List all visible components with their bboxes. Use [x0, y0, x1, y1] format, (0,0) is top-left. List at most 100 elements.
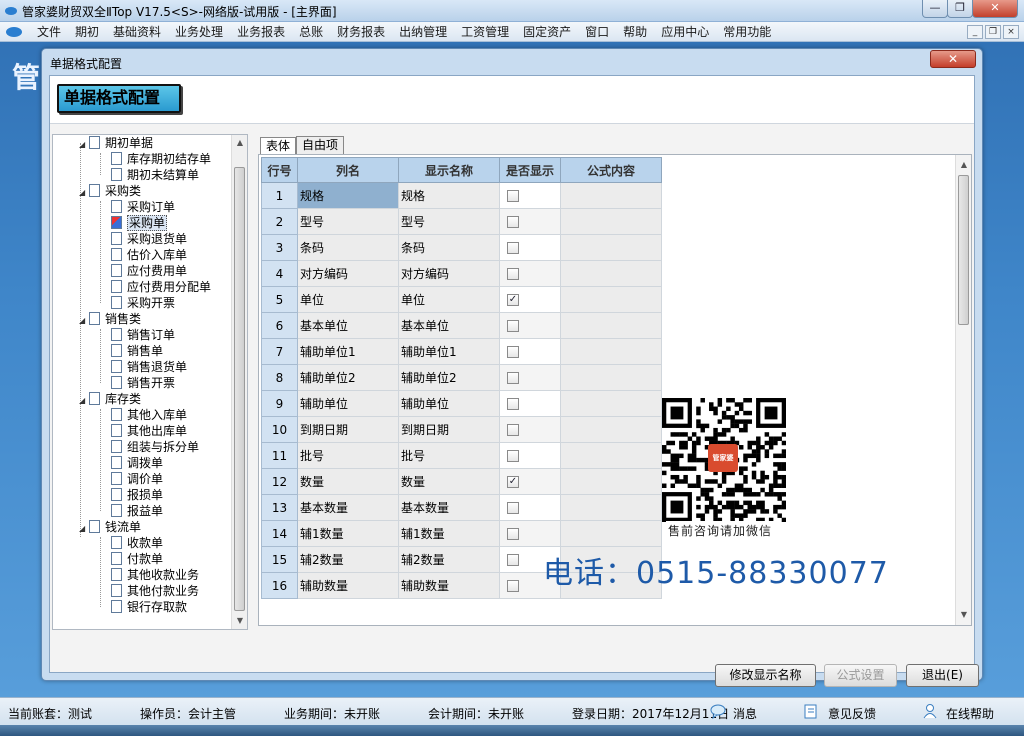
cell-display-name[interactable]: 辅助单位2	[398, 364, 500, 391]
cell-formula[interactable]	[560, 182, 662, 209]
cell-display-name[interactable]: 基本数量	[398, 494, 500, 521]
cell-column-name[interactable]: 基本数量	[297, 494, 399, 521]
cell-column-name[interactable]: 型号	[297, 208, 399, 235]
visible-checkbox[interactable]	[507, 580, 519, 592]
tree-group-cashflow[interactable]: ◢ 钱流单	[79, 519, 141, 535]
message-icon[interactable]	[710, 703, 726, 719]
collapse-arrow-icon[interactable]: ◢	[79, 393, 89, 409]
tree-item[interactable]: 采购开票	[111, 295, 175, 311]
menu-item-common[interactable]: 常用功能	[716, 24, 778, 40]
scroll-down-icon[interactable]: ▼	[956, 607, 971, 623]
tree-item[interactable]: 库存期初结存单	[111, 151, 211, 167]
cell-display-name[interactable]: 辅助单位	[398, 390, 500, 417]
visible-checkbox[interactable]	[507, 268, 519, 280]
tree-item[interactable]: 采购订单	[111, 199, 175, 215]
dialog-close-button[interactable]: ✕	[930, 50, 976, 68]
cell-column-name[interactable]: 辅2数量	[297, 546, 399, 573]
status-feedback[interactable]: 意见反馈	[828, 705, 876, 722]
tree-item[interactable]: 销售单	[111, 343, 163, 359]
cell-visible[interactable]	[499, 182, 561, 209]
menu-item-financial-reports[interactable]: 财务报表	[330, 24, 392, 40]
cell-visible[interactable]	[499, 338, 561, 365]
cell-display-name[interactable]: 对方编码	[398, 260, 500, 287]
formula-settings-button[interactable]: 公式设置	[824, 664, 897, 687]
cell-visible[interactable]	[499, 520, 561, 547]
minimize-button[interactable]: —	[922, 0, 948, 18]
menu-item-file[interactable]: 文件	[30, 24, 68, 40]
cell-display-name[interactable]: 到期日期	[398, 416, 500, 443]
table-row[interactable]: 4 对方编码 对方编码	[261, 260, 662, 287]
table-row[interactable]: 13 基本数量 基本数量	[261, 494, 662, 521]
tab-free-items[interactable]: 自由项	[296, 136, 345, 154]
visible-checkbox[interactable]: ✓	[507, 476, 519, 488]
scroll-thumb[interactable]	[958, 175, 969, 325]
tree-group-sales[interactable]: ◢ 销售类	[79, 311, 141, 327]
status-messages[interactable]: 消息	[733, 705, 757, 722]
cell-formula[interactable]	[560, 416, 662, 443]
cell-column-name[interactable]: 基本单位	[297, 312, 399, 339]
cell-formula[interactable]	[560, 234, 662, 261]
cell-visible[interactable]	[499, 234, 561, 261]
table-row[interactable]: 5 单位 单位 ✓	[261, 286, 662, 313]
table-row[interactable]: 12 数量 数量 ✓	[261, 468, 662, 495]
tree-group-opening[interactable]: ◢ 期初单据	[79, 135, 153, 151]
scroll-up-icon[interactable]: ▲	[232, 135, 247, 151]
cell-display-name[interactable]: 条码	[398, 234, 500, 261]
cell-display-name[interactable]: 辅1数量	[398, 520, 500, 547]
grid-scrollbar[interactable]: ▲ ▼	[955, 155, 971, 625]
tree-item[interactable]: 其他入库单	[111, 407, 187, 423]
cell-visible[interactable]	[499, 208, 561, 235]
cell-visible[interactable]	[499, 416, 561, 443]
online-help-icon[interactable]	[922, 703, 938, 719]
menu-item-help[interactable]: 帮助	[616, 24, 654, 40]
mdi-restore-button[interactable]: ❐	[985, 25, 1001, 39]
collapse-arrow-icon[interactable]: ◢	[79, 185, 89, 201]
cell-column-name[interactable]: 数量	[297, 468, 399, 495]
cell-formula[interactable]	[560, 494, 662, 521]
mdi-close-button[interactable]: ×	[1003, 25, 1019, 39]
tree-item[interactable]: 其他付款业务	[111, 583, 199, 599]
tree-item[interactable]: 报损单	[111, 487, 163, 503]
cell-display-name[interactable]: 单位	[398, 286, 500, 313]
table-row[interactable]: 2 型号 型号	[261, 208, 662, 235]
mdi-minimize-button[interactable]: _	[967, 25, 983, 39]
visible-checkbox[interactable]	[507, 424, 519, 436]
scroll-down-icon[interactable]: ▼	[232, 613, 247, 629]
rename-display-button[interactable]: 修改显示名称	[715, 664, 816, 687]
cell-visible[interactable]	[499, 260, 561, 287]
visible-checkbox[interactable]	[507, 242, 519, 254]
cell-display-name[interactable]: 批号	[398, 442, 500, 469]
feedback-icon[interactable]	[803, 703, 819, 719]
cell-column-name[interactable]: 批号	[297, 442, 399, 469]
cell-visible[interactable]	[499, 312, 561, 339]
table-row[interactable]: 3 条码 条码	[261, 234, 662, 261]
tree-item[interactable]: 采购退货单	[111, 231, 187, 247]
table-row[interactable]: 6 基本单位 基本单位	[261, 312, 662, 339]
cell-column-name[interactable]: 到期日期	[297, 416, 399, 443]
scroll-up-icon[interactable]: ▲	[956, 157, 971, 173]
visible-checkbox[interactable]	[507, 450, 519, 462]
cell-visible[interactable]	[499, 364, 561, 391]
tree-item[interactable]: 应付费用分配单	[111, 279, 211, 295]
tree-item[interactable]: 估价入库单	[111, 247, 187, 263]
menu-item-business-reports[interactable]: 业务报表	[230, 24, 292, 40]
tree-item[interactable]: 销售退货单	[111, 359, 187, 375]
cell-formula[interactable]	[560, 520, 662, 547]
menu-item-basic-data[interactable]: 基础资料	[106, 24, 168, 40]
cell-formula[interactable]	[560, 390, 662, 417]
visible-checkbox[interactable]	[507, 528, 519, 540]
table-row[interactable]: 14 辅1数量 辅1数量	[261, 520, 662, 547]
cell-visible[interactable]	[499, 494, 561, 521]
tree-scrollbar[interactable]: ▲ ▼	[231, 135, 247, 629]
exit-button[interactable]: 退出(E)	[906, 664, 979, 687]
visible-checkbox[interactable]	[507, 372, 519, 384]
cell-visible[interactable]: ✓	[499, 468, 561, 495]
cell-column-name[interactable]: 规格	[297, 182, 399, 209]
tree-item[interactable]: 期初未结算单	[111, 167, 199, 183]
collapse-arrow-icon[interactable]: ◢	[79, 313, 89, 329]
visible-checkbox[interactable]	[507, 216, 519, 228]
tree-item[interactable]: 应付费用单	[111, 263, 187, 279]
tree-item[interactable]: 银行存取款	[111, 599, 187, 615]
cell-visible[interactable]: ✓	[499, 286, 561, 313]
visible-checkbox[interactable]	[507, 554, 519, 566]
